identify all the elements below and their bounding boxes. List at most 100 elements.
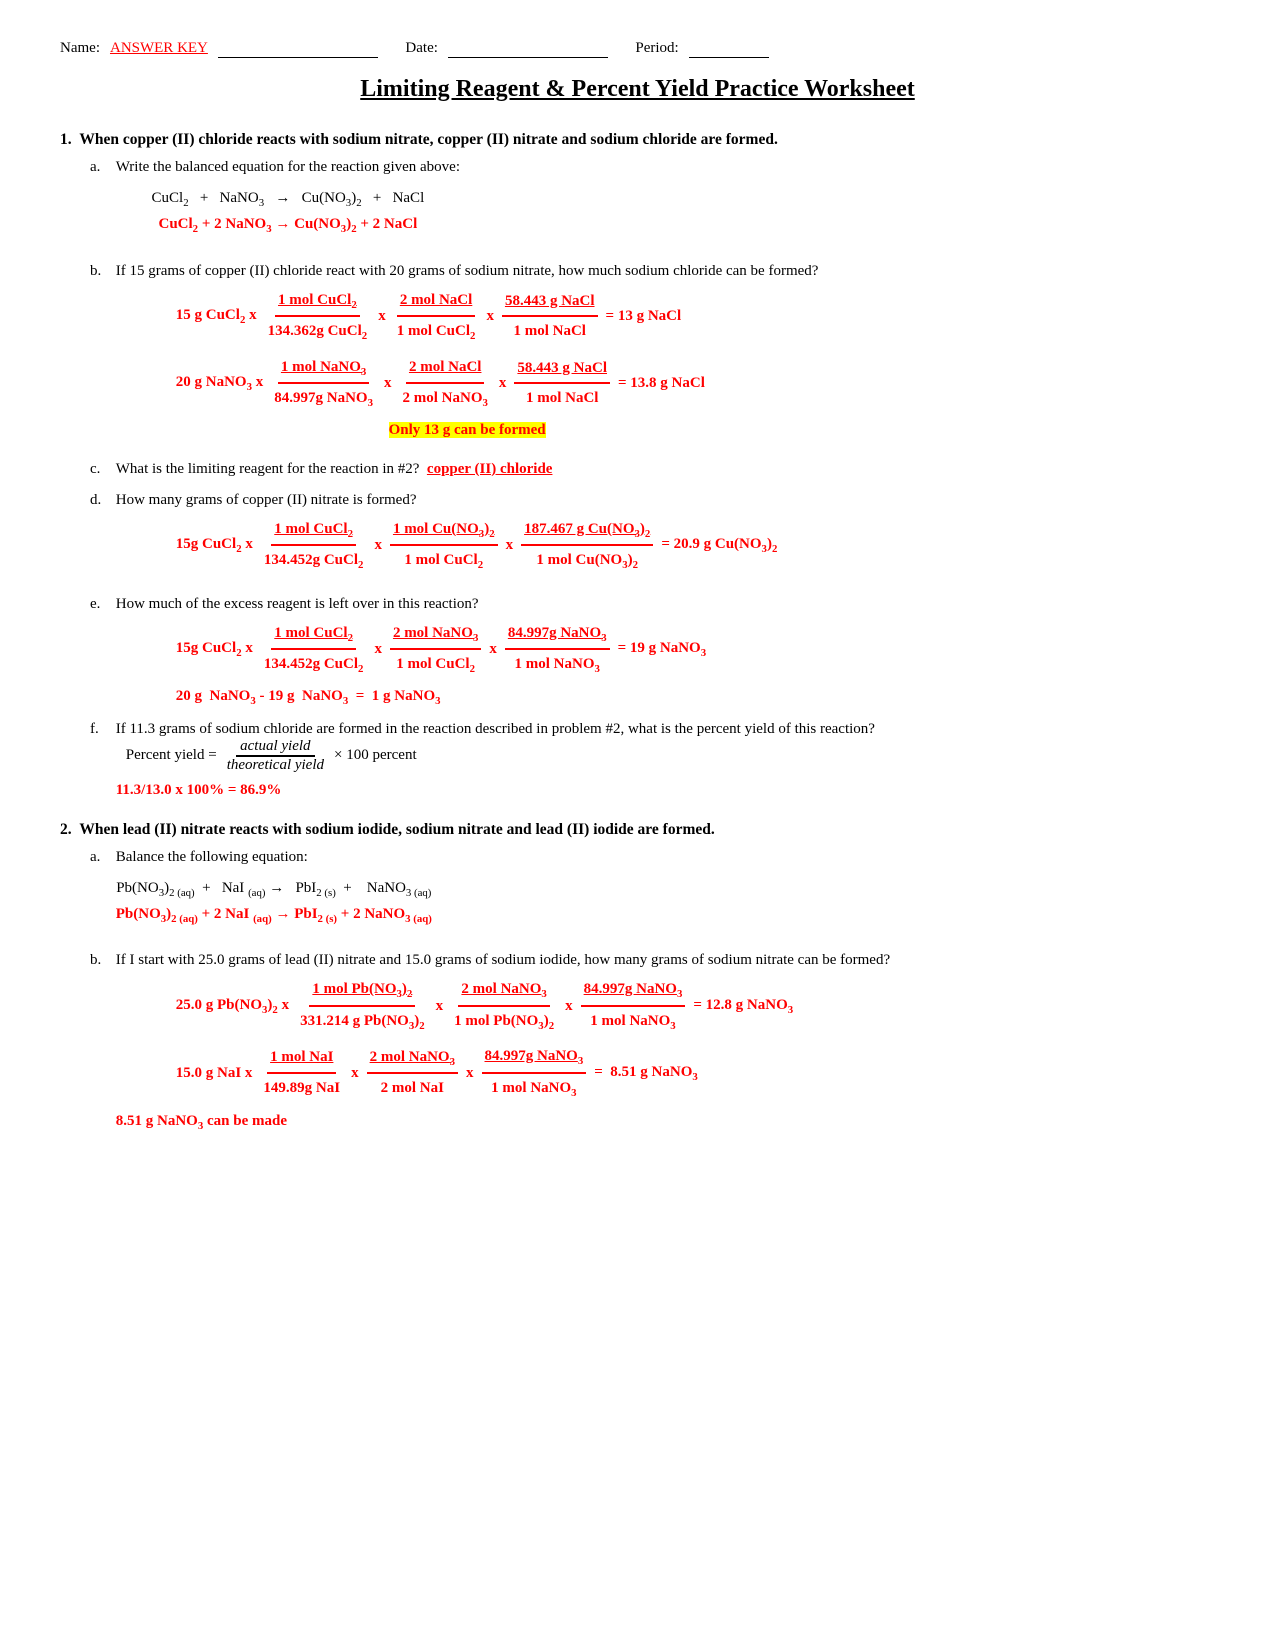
q1b-start1: 15 g CuCl2 x	[176, 301, 257, 331]
q1b-calc2: 20 g NaNO3 x 1 mol NaNO3 84.997g NaNO3 x…	[176, 353, 819, 414]
q1b-x1: x	[378, 302, 386, 331]
q1-num: 1.	[60, 131, 72, 148]
question-1: 1. When copper (II) chloride reacts with…	[60, 131, 1215, 799]
q1d-frac3: 187.467 g Cu(NO3)2 1 mol Cu(NO3)2	[521, 515, 653, 576]
answer-key: ANSWER KEY	[110, 40, 208, 57]
q1b-start2: 20 g NaNO3 x	[176, 368, 264, 398]
q2b-x3: x	[351, 1059, 359, 1088]
q1b-calc2-row1: 20 g NaNO3 x 1 mol NaNO3 84.997g NaNO3 x…	[176, 353, 819, 414]
q1b-x4: x	[499, 369, 507, 398]
q1a-content: Write the balanced equation for the reac…	[116, 159, 460, 249]
q2b-x2: x	[565, 992, 573, 1021]
q1b-calc1-row1: 15 g CuCl2 x 1 mol CuCl2 134.362g CuCl2 …	[176, 286, 819, 347]
q1f: f. If 11.3 grams of sodium chloride are …	[90, 721, 1215, 799]
q1f-content: If 11.3 grams of sodium chloride are for…	[116, 721, 1166, 799]
period-label: Period:	[635, 40, 678, 57]
q1b-frac2: 2 mol NaCl 1 mol CuCl2	[394, 286, 479, 346]
q1b-x3: x	[384, 369, 392, 398]
q1e-result: = 19 g NaNO3	[618, 634, 707, 664]
q1b-frac3: 58.443 g NaCl 1 mol NaCl	[502, 287, 598, 346]
header: Name: ANSWER KEY Date: Period:	[60, 40, 1215, 58]
q1e-calc-row: 15g CuCl2 x 1 mol CuCl2 134.452g CuCl2 x…	[176, 619, 706, 680]
q1b-content: If 15 grams of copper (II) chloride reac…	[116, 263, 819, 447]
q1d-x2: x	[506, 531, 514, 560]
q1e-answer: 20 g NaNO3 - 19 g NaNO3 = 1 g NaNO3	[176, 688, 706, 707]
q2a-equation: Pb(NO3)2 (aq) + NaI (aq) → PbI2 (s) + Na…	[116, 876, 432, 929]
q1a: a. Write the balanced equation for the r…	[90, 159, 1215, 249]
q1b: b. If 15 grams of copper (II) chloride r…	[90, 263, 1215, 447]
q2a-letter: a.	[90, 849, 112, 866]
q1d: d. How many grams of copper (II) nitrate…	[90, 492, 1215, 582]
q1d-calc-row: 15g CuCl2 x 1 mol CuCl2 134.452g CuCl2 x…	[176, 515, 778, 576]
question-2-text: 2. When lead (II) nitrate reacts with so…	[60, 821, 1215, 839]
q1c: c. What is the limiting reagent for the …	[90, 461, 1215, 478]
q1b-calc1: 15 g CuCl2 x 1 mol CuCl2 134.362g CuCl2 …	[176, 286, 819, 347]
period-field	[689, 40, 769, 58]
q1a-eq-unbalanced: CuCl2 + NaNO3 → Cu(NO3)2 + NaCl	[116, 186, 460, 212]
question-1-text: 1. When copper (II) chloride reacts with…	[60, 131, 1215, 149]
q1a-equation: CuCl2 + NaNO3 → Cu(NO3)2 + NaCl CuCl2 + …	[116, 186, 460, 239]
q1e-content: How much of the excess reagent is left o…	[116, 596, 706, 707]
q2b-calc1-row: 25.0 g Pb(NO3)2 x 1 mol Pb(NO3)2 331.214…	[176, 975, 890, 1036]
q1a-letter: a.	[90, 159, 112, 176]
q1d-x1: x	[374, 531, 382, 560]
q1d-content: How many grams of copper (II) nitrate is…	[116, 492, 778, 582]
q1f-percent-frac: actual yield theoretical yield	[223, 738, 328, 774]
q2b-result2: = 8.51 g NaNO3	[594, 1058, 698, 1088]
q1e-start: 15g CuCl2 x	[176, 634, 253, 664]
q2b-calc1: 25.0 g Pb(NO3)2 x 1 mol Pb(NO3)2 331.214…	[176, 975, 890, 1036]
q2b-start2: 15.0 g NaI x	[176, 1059, 253, 1088]
q1b-frac5: 2 mol NaCl 2 mol NaNO3	[400, 353, 491, 413]
q1d-frac2: 1 mol Cu(NO3)2 1 mol CuCl2	[390, 515, 498, 576]
q2a: a. Balance the following equation: Pb(NO…	[90, 849, 1215, 939]
q2b-content: If I start with 25.0 grams of lead (II) …	[116, 952, 890, 1132]
q1e-x1: x	[374, 635, 382, 664]
q1e-letter: e.	[90, 596, 112, 613]
q1d-start: 15g CuCl2 x	[176, 530, 253, 560]
q2b-x4: x	[466, 1059, 474, 1088]
name-label: Name:	[60, 40, 100, 57]
name-field	[218, 40, 378, 58]
q1f-formula: Percent yield = actual yield theoretical…	[126, 738, 417, 774]
q1d-frac1: 1 mol CuCl2 134.452g CuCl2	[261, 515, 367, 576]
date-label: Date:	[405, 40, 437, 57]
q1a-eq-balanced: CuCl2 + 2 NaNO3 → Cu(NO3)2 + 2 NaCl	[116, 212, 460, 238]
q1b-frac4: 1 mol NaNO3 84.997g NaNO3	[271, 353, 376, 414]
q1e-frac1: 1 mol CuCl2 134.452g CuCl2	[261, 619, 367, 680]
q1b-frac1: 1 mol CuCl2 134.362g CuCl2	[265, 286, 371, 347]
q1d-letter: d.	[90, 492, 112, 509]
q2b-x1: x	[436, 992, 444, 1021]
q1c-answer: copper (II) chloride	[427, 461, 553, 477]
q1b-letter: b.	[90, 263, 112, 280]
q1e-x2: x	[489, 635, 497, 664]
q1f-letter: f.	[90, 721, 112, 738]
q2a-content: Balance the following equation: Pb(NO3)2…	[116, 849, 432, 939]
q2b-result1: = 12.8 g NaNO3	[693, 991, 793, 1021]
q2b-frac4: 1 mol NaI 149.89g NaI	[260, 1043, 343, 1102]
q2b-frac2: 2 mol NaNO3 1 mol Pb(NO3)2	[451, 975, 557, 1036]
q2b-start1: 25.0 g Pb(NO3)2 x	[176, 991, 289, 1021]
q1b-x2: x	[486, 302, 494, 331]
q1d-result: = 20.9 g Cu(NO3)2	[661, 530, 777, 560]
question-2: 2. When lead (II) nitrate reacts with so…	[60, 821, 1215, 1133]
page-title: Limiting Reagent & Percent Yield Practic…	[60, 76, 1215, 103]
q2b-calc2: 15.0 g NaI x 1 mol NaI 149.89g NaI x 2 m…	[176, 1042, 890, 1103]
q1c-letter: c.	[90, 461, 112, 478]
q1b-frac6: 58.443 g NaCl 1 mol NaCl	[514, 354, 610, 413]
date-field	[448, 40, 608, 58]
q2b-frac5: 2 mol NaNO3 2 mol NaI	[367, 1043, 458, 1103]
q1b-answer-text: Only 13 g can be formed	[389, 422, 546, 438]
q2b: b. If I start with 25.0 grams of lead (I…	[90, 952, 1215, 1132]
q1d-calc: 15g CuCl2 x 1 mol CuCl2 134.452g CuCl2 x…	[176, 515, 778, 576]
q1e-frac2: 2 mol NaNO3 1 mol CuCl2	[390, 619, 481, 680]
q1b-result2: = 13.8 g NaCl	[618, 369, 705, 398]
q1f-answer: 11.3/13.0 x 100% = 86.9%	[116, 782, 1166, 799]
q2b-frac6: 84.997g NaNO3 1 mol NaNO3	[482, 1042, 587, 1103]
q2b-letter: b.	[90, 952, 112, 969]
q2b-answer: 8.51 g NaNO3 can be made	[116, 1113, 890, 1132]
q2a-eq-balanced: Pb(NO3)2 (aq) + 2 NaI (aq) → PbI2 (s) + …	[116, 902, 432, 928]
q2b-frac1: 1 mol Pb(NO3)2 331.214 g Pb(NO3)2	[297, 975, 428, 1036]
q2-num: 2.	[60, 821, 72, 838]
q1b-answer: Only 13 g can be formed	[116, 422, 819, 439]
q1b-result1: = 13 g NaCl	[606, 302, 682, 331]
